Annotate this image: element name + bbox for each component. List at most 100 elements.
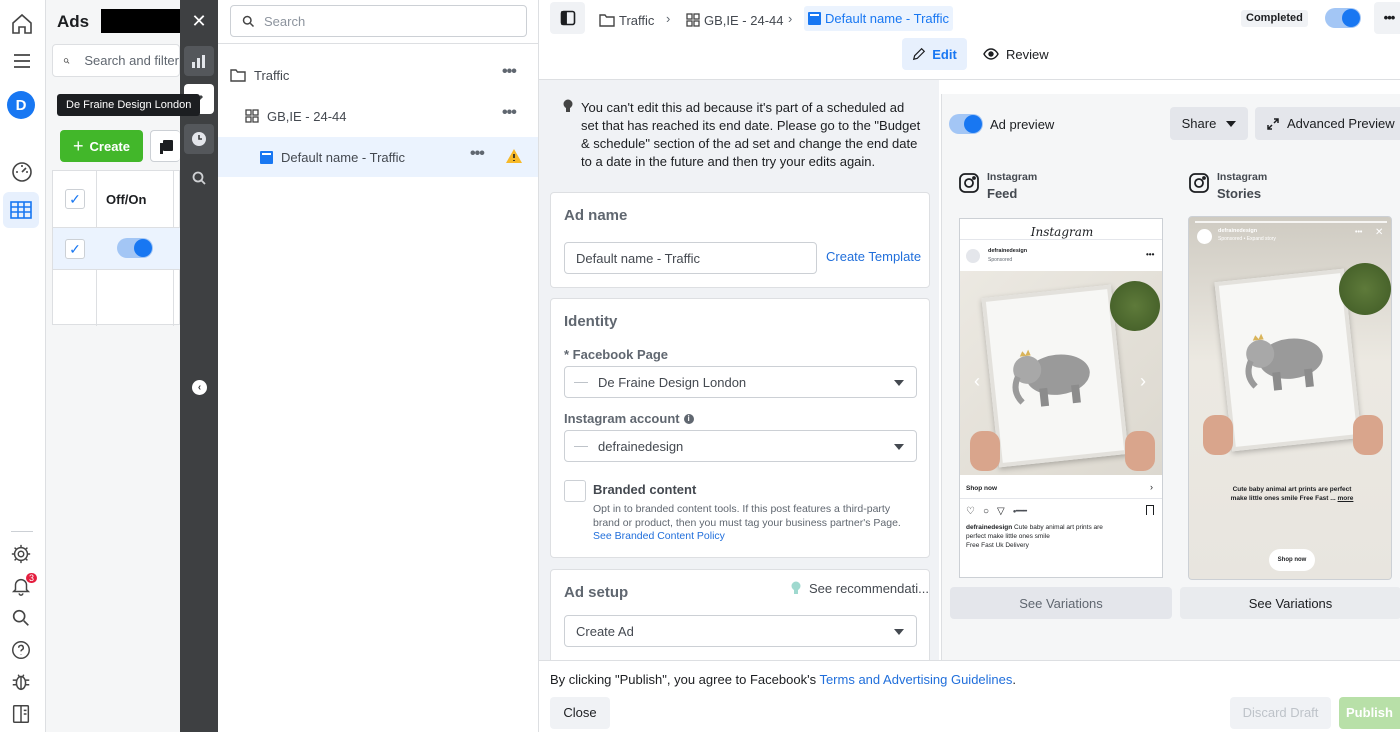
tree-item-ad[interactable]: Default name - Traffic ••• xyxy=(218,137,538,177)
sidebar-panel-icon xyxy=(560,10,575,26)
notifications-bell-icon[interactable]: 3 xyxy=(10,573,38,599)
toggle-sidebar-button[interactable] xyxy=(550,2,585,34)
charts-icon[interactable] xyxy=(184,46,214,76)
create-label: Create xyxy=(89,138,130,154)
caption-username: defrainedesign xyxy=(966,524,1013,531)
terms-link[interactable]: Terms and Advertising Guidelines xyxy=(819,672,1012,687)
publish-button[interactable]: Publish xyxy=(1339,697,1400,729)
more-options-icon[interactable]: ••• xyxy=(1374,2,1400,34)
folder-icon xyxy=(230,69,246,82)
ad-icon xyxy=(808,12,821,25)
post-sponsored: Sponsored xyxy=(988,257,1013,263)
branded-content-checkbox[interactable] xyxy=(564,480,586,502)
branded-content-description: Opt in to branded content tools. If this… xyxy=(593,503,901,529)
branded-content-policy-link[interactable]: See Branded Content Policy xyxy=(593,530,725,542)
tree-item-adset[interactable]: GB,IE - 24-44 ••• xyxy=(218,96,538,136)
more-options-icon[interactable]: ••• xyxy=(470,145,485,163)
share-label: Share xyxy=(1181,116,1217,131)
menu-icon[interactable] xyxy=(10,49,34,73)
ads-table: ✓ Off/On ✓ xyxy=(52,170,181,326)
library-book-icon[interactable] xyxy=(10,703,34,727)
instagram-account-select[interactable]: defrainedesign xyxy=(564,430,917,462)
ads-search-filter[interactable]: Search and filter xyxy=(52,44,180,77)
instagram-stories-preview[interactable]: defrainedesign Sponsored • Expand story … xyxy=(1188,216,1392,580)
facebook-page-label: * Facebook Page xyxy=(564,347,669,362)
ad-setup-select[interactable]: Create Ad xyxy=(564,615,917,647)
campaign-toggle[interactable] xyxy=(1325,8,1361,28)
advanced-preview-button[interactable]: Advanced Preview xyxy=(1255,107,1400,140)
divider xyxy=(960,239,1162,240)
create-template-link[interactable]: Create Template xyxy=(826,249,921,264)
breadcrumb-adset[interactable]: GB,IE - 24-44 xyxy=(686,8,783,32)
breadcrumb-label: Traffic xyxy=(619,12,655,28)
instagram-icon xyxy=(1188,172,1210,194)
see-recommendations-link[interactable]: See recommendati... xyxy=(791,581,929,596)
page-tooltip: De Fraine Design London xyxy=(57,94,201,116)
close-button[interactable]: Close xyxy=(550,697,610,729)
carousel-dots: ●•••••••••• xyxy=(1012,509,1028,515)
breadcrumb-campaign[interactable]: Traffic xyxy=(599,8,654,32)
select-all-checkbox[interactable]: ✓ xyxy=(65,189,85,209)
review-tab[interactable]: Review xyxy=(983,38,1049,70)
duplicate-icon xyxy=(160,140,173,154)
history-clock-icon[interactable] xyxy=(184,124,214,154)
instagram-feed-preview[interactable]: Instagram defrainedesign Sponsored ••• ‹… xyxy=(959,218,1163,578)
discard-draft-button[interactable]: Discard Draft xyxy=(1230,697,1331,729)
story-sponsored: Sponsored • Expand story xyxy=(1218,236,1276,242)
tree-item-label: Traffic xyxy=(254,67,290,83)
placement-name: Stories xyxy=(1217,186,1262,201)
share-button[interactable]: Share xyxy=(1170,107,1248,140)
facebook-page-select[interactable]: De Fraine Design London xyxy=(564,366,917,398)
help-icon[interactable] xyxy=(10,639,34,663)
section-heading: Ad setup xyxy=(564,584,629,601)
more-options-icon[interactable]: ••• xyxy=(502,63,517,81)
create-button[interactable]: + Create xyxy=(60,130,143,162)
global-nav-rail: D 3 xyxy=(0,0,46,732)
see-variations-feed-button[interactable]: See Variations xyxy=(950,587,1172,619)
edit-tab[interactable]: Edit xyxy=(902,38,967,70)
dashboard-gauge-icon[interactable] xyxy=(10,160,34,184)
elephant-illustration xyxy=(1012,349,1090,407)
ad-name-section: Ad name Default name - Traffic Create Te… xyxy=(550,192,930,288)
edit-restriction-notice: You can't edit this ad because it's part… xyxy=(550,89,930,180)
chevron-right-icon: › xyxy=(666,11,671,26)
search-icon xyxy=(63,57,70,64)
ad-on-off-toggle[interactable] xyxy=(117,238,153,258)
avatar[interactable]: D xyxy=(7,91,35,119)
ad-setup-section: Ad setup See recommendati... Create Ad xyxy=(550,569,930,660)
breadcrumb-ad[interactable]: Default name - Traffic xyxy=(804,6,954,31)
instagram-logo-text: Instagram xyxy=(1030,225,1094,239)
see-variations-stories-button[interactable]: See Variations xyxy=(1180,587,1400,619)
more-options-icon[interactable]: ••• xyxy=(502,104,517,122)
ads-manager-nav-item[interactable] xyxy=(3,192,39,228)
collapse-chevron-icon[interactable]: ‹ xyxy=(192,380,207,395)
ad-icon xyxy=(260,150,273,164)
terms-suffix: . xyxy=(1012,672,1017,687)
hand-left xyxy=(1203,415,1233,455)
ad-name-input[interactable]: Default name - Traffic xyxy=(564,242,817,274)
tree-item-campaign[interactable]: Traffic ••• xyxy=(218,55,538,95)
row-checkbox[interactable]: ✓ xyxy=(65,239,85,259)
home-icon[interactable] xyxy=(10,12,34,36)
close-icon[interactable]: ✕ xyxy=(184,6,214,36)
recommendations-label: See recommendati... xyxy=(809,581,929,596)
carousel-prev-icon: ‹ xyxy=(974,371,980,391)
campaign-tree-panel: Search Traffic ••• GB,IE - 24-44 ••• Def… xyxy=(218,0,539,732)
terms-prefix: By clicking "Publish", you agree to Face… xyxy=(550,672,820,687)
bug-report-icon[interactable] xyxy=(10,671,34,695)
duplicate-button[interactable] xyxy=(150,130,180,162)
search-icon xyxy=(242,15,255,27)
tree-search-input[interactable]: Search xyxy=(230,5,527,37)
page-avatar-placeholder xyxy=(574,382,588,383)
settings-gear-icon[interactable] xyxy=(10,543,34,567)
tree-item-label: Default name - Traffic xyxy=(281,149,406,165)
info-icon[interactable]: i xyxy=(683,413,694,424)
share-icon: ▽ xyxy=(997,506,1005,517)
divider xyxy=(960,498,1162,499)
ad-preview-toggle[interactable] xyxy=(949,114,983,134)
search-icon[interactable] xyxy=(10,607,34,631)
editor-footer: By clicking "Publish", you agree to Face… xyxy=(539,660,1400,732)
placement-platform: Instagram xyxy=(987,171,1038,183)
section-heading: Identity xyxy=(564,313,618,330)
inspect-zoom-icon[interactable] xyxy=(184,163,214,193)
